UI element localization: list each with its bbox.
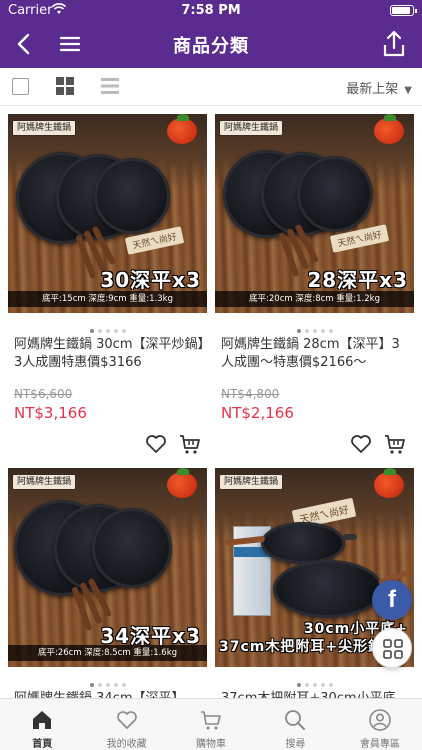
tab-label: 搜尋: [285, 739, 306, 750]
add-to-cart-button[interactable]: [383, 432, 407, 456]
product-size-label: 28深平x3: [307, 268, 408, 292]
cart-icon: [201, 711, 221, 730]
tab-label: 首頁: [32, 739, 53, 750]
brand-tag: 阿媽牌生鐵鍋: [12, 120, 77, 136]
original-price: NT$6,600: [14, 387, 73, 401]
grid-icon: [56, 77, 74, 95]
sale-price: NT$3,166: [14, 404, 87, 422]
cart-icon: [180, 435, 200, 454]
tab-label: 購物車: [196, 739, 227, 750]
pan-image: [273, 560, 383, 618]
product-spec: 底平:20cm 深度:8cm 重量:1.2kg: [215, 291, 414, 307]
tab-cart[interactable]: 購物車: [169, 699, 253, 750]
product-card[interactable]: 阿媽牌生鐵鍋 天然ㄟ尚好 30深平x3 底平:15cm 深度:9cm 重量:1.…: [8, 114, 207, 454]
apps-grid-icon: [383, 639, 403, 659]
pan-image: [261, 522, 345, 564]
image-pager[interactable]: [8, 320, 207, 333]
sort-dropdown[interactable]: 最新上架 ▼: [346, 78, 412, 97]
product-card[interactable]: 阿媽牌生鐵鍋 34深平x3 底平:26cm 深度:8.5cm 重量:1.6kg …: [8, 468, 207, 698]
brand-tag: 阿媽牌生鐵鍋: [219, 474, 284, 490]
product-card[interactable]: 阿媽牌生鐵鍋 天然ㄟ尚好 28深平x3 底平:20cm 深度:8cm 重量:1.…: [215, 114, 414, 454]
tomato-decoration: [374, 114, 404, 144]
status-time: 7:58 PM: [181, 3, 241, 18]
tab-label: 我的收藏: [106, 739, 147, 750]
page-title: 商品分類: [173, 36, 249, 57]
add-to-cart-button[interactable]: [178, 432, 202, 456]
nav-bar: 商品分類: [0, 22, 422, 68]
tomato-decoration: [167, 468, 197, 498]
product-grid: 阿媽牌生鐵鍋 天然ㄟ尚好 30深平x3 底平:15cm 深度:9cm 重量:1.…: [0, 106, 422, 698]
tomato-decoration: [374, 468, 404, 498]
favorite-button[interactable]: [349, 432, 373, 456]
image-pager[interactable]: [215, 674, 414, 687]
sort-label: 最新上架: [346, 82, 399, 97]
product-image[interactable]: 阿媽牌生鐵鍋 天然ㄟ尚好 28深平x3 底平:20cm 深度:8cm 重量:1.…: [215, 114, 414, 313]
tab-member[interactable]: 會員專區: [338, 699, 422, 750]
product-image[interactable]: 阿媽牌生鐵鍋 天然ㄟ尚好 30深平x3 底平:15cm 深度:9cm 重量:1.…: [8, 114, 207, 313]
view-toolbar: 最新上架 ▼: [0, 68, 422, 106]
product-spec: 底平:26cm 深度:8.5cm 重量:1.6kg: [8, 645, 207, 661]
tomato-decoration: [167, 114, 197, 144]
facebook-icon: f: [388, 586, 396, 613]
product-size-label: 30深平x3: [100, 268, 201, 292]
heart-icon: [116, 711, 137, 729]
select-all-checkbox[interactable]: [12, 78, 29, 95]
original-price: NT$4,800: [221, 387, 280, 401]
product-spec: 底平:15cm 深度:9cm 重量:1.3kg: [8, 291, 207, 307]
bottom-tab-bar: 首頁 我的收藏 購物車 搜尋 會員專區: [0, 698, 422, 750]
user-icon: [369, 709, 391, 731]
product-size-label: 37cm木把附耳+尖形鍋: [219, 639, 384, 655]
battery-icon: [390, 5, 417, 16]
tab-favorites[interactable]: 我的收藏: [84, 699, 168, 750]
pan-image: [94, 158, 170, 234]
product-title[interactable]: 阿媽牌生鐵鍋 34cm【深平】: [14, 690, 204, 698]
status-bar: Carrier 7:58 PM: [0, 0, 422, 22]
tab-label: 會員專區: [359, 739, 400, 750]
pan-image: [92, 508, 172, 588]
list-view-button[interactable]: [101, 77, 119, 95]
brand-tag: 阿媽牌生鐵鍋: [219, 120, 284, 136]
image-pager[interactable]: [215, 320, 414, 333]
sale-price: NT$2,166: [221, 404, 294, 422]
search-icon: [285, 710, 306, 730]
heart-icon: [146, 435, 166, 453]
app-header: Carrier 7:58 PM 商品分類: [0, 0, 422, 68]
brand-tag: 阿媽牌生鐵鍋: [12, 474, 77, 490]
pan-image: [297, 156, 373, 232]
home-icon: [33, 711, 52, 729]
product-image[interactable]: 阿媽牌生鐵鍋 34深平x3 底平:26cm 深度:8.5cm 重量:1.6kg: [8, 468, 207, 667]
cart-icon: [385, 435, 405, 454]
tab-search[interactable]: 搜尋: [253, 699, 337, 750]
grid-view-button[interactable]: [56, 77, 74, 95]
share-button[interactable]: [380, 29, 408, 59]
product-title[interactable]: 阿媽牌生鐵鍋 30cm【深平炒鍋】3人成團特惠價$3166: [14, 336, 204, 372]
heart-icon: [351, 435, 371, 453]
image-pager[interactable]: [8, 674, 207, 687]
product-title[interactable]: 37cm木把附耳+30cm小平底: [221, 690, 411, 698]
list-icon: [101, 78, 119, 94]
quick-menu-button[interactable]: [372, 628, 412, 668]
product-title[interactable]: 阿媽牌生鐵鍋 28cm【深平】3人成團～特惠價$2166～: [221, 336, 411, 372]
facebook-button[interactable]: f: [372, 580, 412, 620]
chevron-down-icon: ▼: [404, 85, 412, 96]
tab-home[interactable]: 首頁: [0, 699, 84, 750]
favorite-button[interactable]: [144, 432, 168, 456]
share-icon: [383, 30, 405, 57]
